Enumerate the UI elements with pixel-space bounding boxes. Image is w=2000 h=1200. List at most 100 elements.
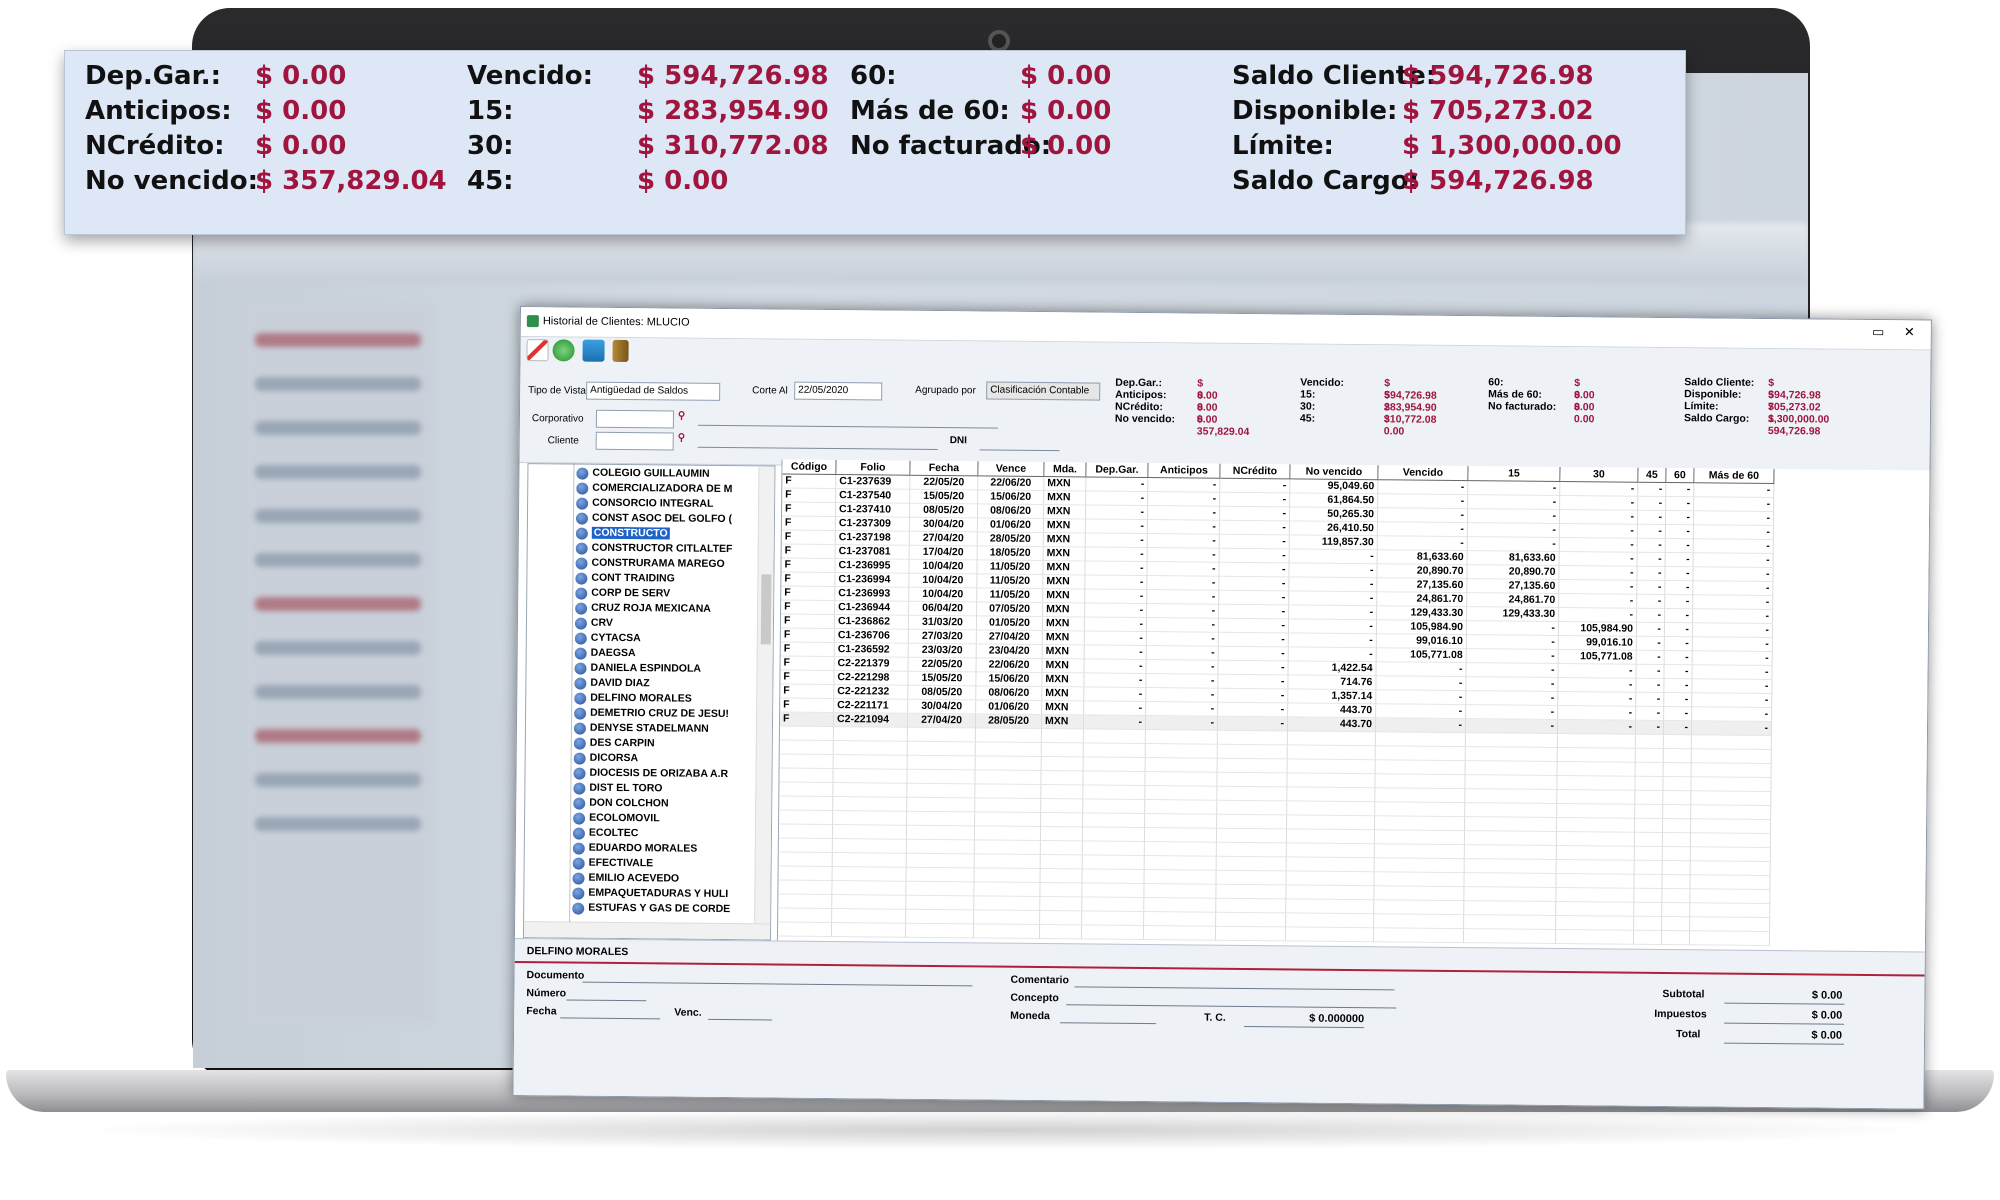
grid-cell[interactable]: - [1146, 646, 1219, 661]
grid-cell[interactable]: 10/04/20 [909, 587, 978, 603]
grid-cell[interactable]: - [1664, 693, 1693, 708]
grid-cell[interactable]: F [781, 530, 836, 546]
grid-cell[interactable]: C2-221232 [834, 685, 909, 700]
grid-cell[interactable]: - [1692, 693, 1773, 709]
grid-cell[interactable]: - [1146, 660, 1219, 675]
grid-cell[interactable]: MXN [1043, 561, 1086, 576]
tree-item[interactable]: CONT TRAIDING [575, 572, 755, 589]
column-header[interactable]: Código [782, 459, 837, 476]
grid-cell[interactable]: - [1219, 576, 1290, 592]
tree-item[interactable]: COMERCIALIZADORA DE M [576, 482, 756, 499]
grid-cell[interactable]: - [1219, 548, 1290, 564]
grid-cell[interactable]: - [1468, 481, 1561, 496]
grid-cell[interactable]: F [781, 600, 836, 616]
grid-cell[interactable]: 10/04/20 [909, 559, 978, 575]
grid-cell[interactable]: - [1147, 604, 1220, 619]
grid-cell[interactable]: - [1084, 631, 1147, 647]
grid-cell[interactable]: 22/06/20 [978, 476, 1045, 492]
grid-cell[interactable]: - [1635, 720, 1665, 736]
grid-cell[interactable]: - [1636, 636, 1665, 652]
grid-cell[interactable]: - [1664, 665, 1693, 680]
grid-cell[interactable]: 01/06/20 [976, 700, 1043, 716]
tree-item[interactable]: CONSTRUCTOR CITLALTEF [575, 542, 756, 559]
grid-cell[interactable]: - [1559, 579, 1638, 595]
grid-cell[interactable]: - [1466, 663, 1559, 678]
grid-cell[interactable]: 129,433.30 [1467, 607, 1560, 622]
grid-cell[interactable]: - [1558, 705, 1637, 721]
grid-cell[interactable]: - [1220, 478, 1291, 494]
tree-item[interactable]: CONSTRURAMA MAREGO [575, 557, 755, 574]
grid-cell[interactable]: F [781, 558, 836, 574]
grid-cell[interactable]: - [1219, 534, 1290, 550]
grid-cell[interactable]: C1-237639 [836, 475, 911, 490]
grid-cell[interactable]: - [1693, 609, 1774, 625]
grid-cell[interactable]: F [780, 698, 835, 714]
grid-cell[interactable]: - [1085, 575, 1148, 591]
grid-cell[interactable]: - [1219, 590, 1290, 606]
tree-item[interactable]: ESTUFAS Y GAS DE CORDE [572, 902, 752, 919]
grid-cell[interactable]: - [1467, 523, 1560, 538]
grid-cell[interactable]: - [1666, 483, 1695, 498]
grid-cell[interactable]: 22/05/20 [908, 657, 977, 673]
grid-cell[interactable]: - [1085, 533, 1148, 549]
grid-cell[interactable]: - [1146, 618, 1220, 633]
grid-cell[interactable]: 28/05/20 [975, 714, 1043, 730]
grid-cell[interactable]: 27,135.60 [1467, 579, 1560, 594]
grid-cell[interactable]: - [1467, 537, 1560, 552]
column-header[interactable]: Anticipos [1148, 463, 1221, 479]
grid-cell[interactable]: - [1147, 548, 1220, 563]
grid-cell[interactable]: - [1692, 637, 1773, 653]
grid-cell[interactable]: 08/05/20 [908, 685, 977, 701]
grid-cell[interactable]: C1-237081 [835, 545, 910, 560]
grid-cell[interactable]: - [1557, 719, 1637, 735]
grid-cell[interactable]: - [1085, 519, 1148, 535]
grid-cell[interactable]: - [1084, 673, 1147, 689]
grid-cell[interactable]: C1-236995 [835, 559, 910, 574]
grid-cell[interactable]: 27/04/20 [907, 713, 977, 729]
grid-cell[interactable]: - [1288, 619, 1378, 635]
tree-item[interactable]: DAEGSA [574, 647, 755, 664]
grid-cell[interactable]: - [1218, 632, 1289, 648]
grid-cell[interactable]: - [1692, 679, 1773, 695]
grid-cell[interactable]: - [1086, 477, 1149, 493]
cliente-input[interactable] [595, 431, 674, 451]
column-header[interactable]: NCrédito [1220, 463, 1291, 480]
grid-cell[interactable]: C2-221094 [833, 713, 909, 728]
grid-cell[interactable]: - [1147, 520, 1220, 535]
grid-cell[interactable]: - [1085, 561, 1148, 577]
grid-cell[interactable]: 31/03/20 [908, 615, 978, 631]
grid-cell[interactable]: - [1378, 494, 1469, 510]
grid-cell[interactable]: - [1376, 676, 1467, 692]
grid-cell[interactable]: - [1218, 618, 1290, 634]
grid-cell[interactable]: C1-236994 [835, 573, 910, 588]
grid-cell[interactable]: 99,016.10 [1376, 634, 1467, 650]
tree-item[interactable]: EDUARDO MORALES [572, 842, 753, 859]
grid-cell[interactable]: MXN [1044, 491, 1087, 506]
column-header[interactable]: 45 [1638, 467, 1667, 484]
grid-cell[interactable]: MXN [1043, 519, 1086, 534]
grid-cell[interactable]: - [1466, 649, 1559, 664]
grid-cell[interactable]: - [1377, 508, 1469, 524]
grid-cell[interactable]: - [1558, 663, 1637, 679]
grid-cell[interactable]: MXN [1041, 715, 1085, 730]
grid-cell[interactable]: 27/03/20 [908, 629, 977, 645]
grid-cell[interactable]: 61,864.50 [1290, 493, 1379, 509]
grid-cell[interactable]: - [1665, 553, 1694, 568]
tree-item[interactable]: CRV [574, 617, 755, 634]
grid-cell[interactable]: - [1218, 646, 1289, 662]
grid-cell[interactable]: - [1637, 566, 1666, 582]
grid-cell[interactable]: F [779, 712, 835, 728]
tree-item[interactable]: DELFINO MORALES [574, 692, 754, 709]
grid-cell[interactable]: - [1559, 537, 1638, 553]
grid-cell[interactable]: 50,265.30 [1289, 507, 1379, 523]
grid-cell[interactable]: - [1085, 603, 1148, 619]
grid-cell[interactable]: - [1558, 677, 1637, 693]
grid-cell[interactable]: 08/05/20 [909, 503, 979, 519]
grid-cell[interactable]: - [1559, 593, 1638, 609]
grid-cell[interactable]: - [1693, 567, 1774, 583]
grid-cell[interactable]: - [1288, 647, 1377, 663]
numero-field[interactable] [566, 999, 647, 1002]
grid-cell[interactable]: F [780, 684, 835, 700]
corte-date-picker[interactable]: 22/05/2020 [794, 381, 883, 401]
column-header[interactable]: 60 [1666, 468, 1695, 484]
